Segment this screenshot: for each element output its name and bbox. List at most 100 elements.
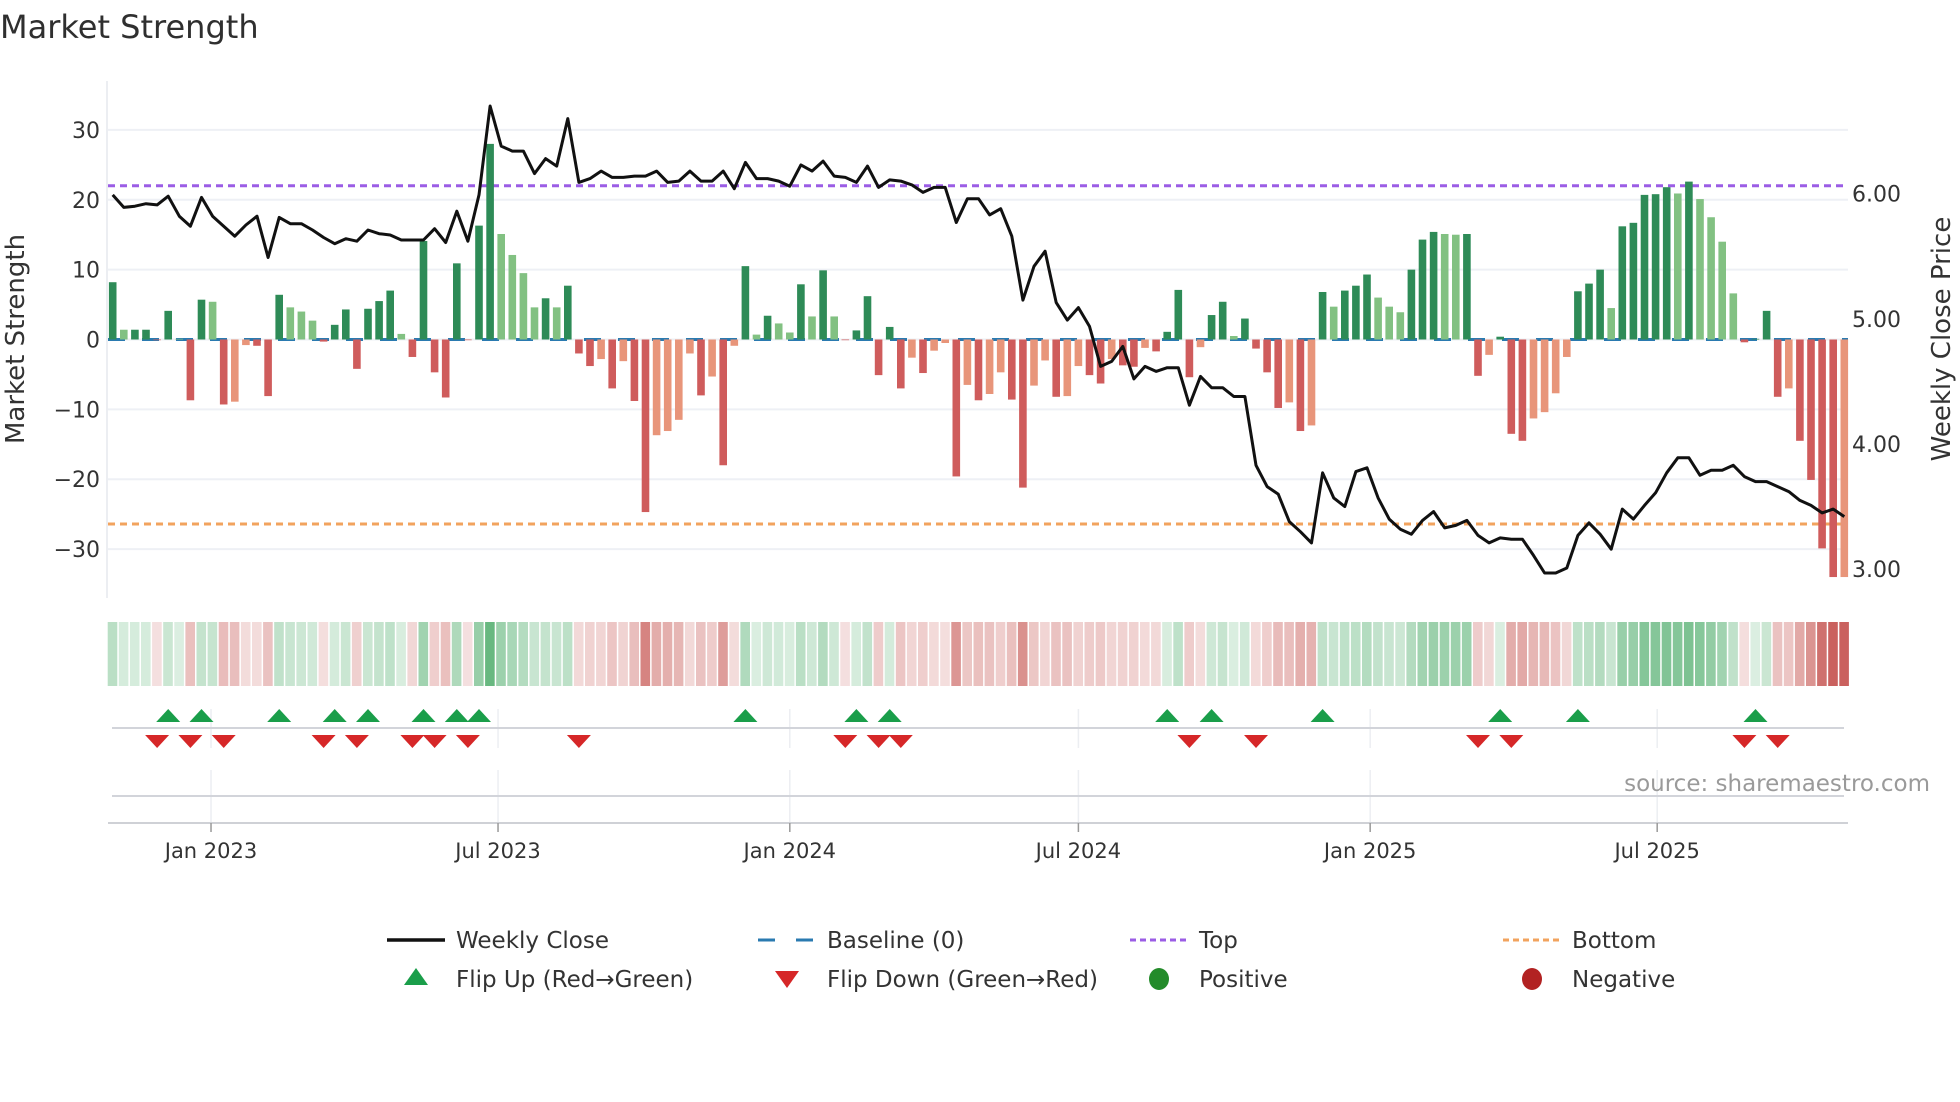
heatmap-cell [1273,622,1283,686]
heatmap-cell [1040,622,1050,686]
strength-bar [1563,339,1571,357]
heatmap-cell [174,622,184,686]
strength-bar [1418,239,1427,340]
strength-bar [852,330,861,340]
flip-down-marker [1732,735,1757,748]
legend-label: Bottom [1572,928,1656,954]
strength-bar [486,143,494,340]
heatmap-cell [1473,622,1483,686]
legend-label: Baseline (0) [827,928,964,954]
strength-bar [830,316,838,340]
heatmap-cell [1173,622,1183,686]
heatmap-cell [529,622,540,686]
heatmap-cell [1484,622,1494,686]
circle-icon [1149,968,1169,990]
heatmap-cell [1206,622,1217,686]
heatmap-cell [740,622,750,686]
strength-bar [819,270,827,340]
flip-down-marker [178,735,203,748]
triangle-up-icon [404,968,428,985]
strength-bar [1052,339,1060,397]
chart-title: Market Strength [0,8,259,46]
strength-bar [197,299,206,340]
strength-bar [1762,310,1771,340]
strength-bar [1407,269,1416,340]
strength-bar [1008,339,1016,400]
strength-bar [1218,301,1227,340]
heatmap-cell [1117,622,1128,686]
strength-bar [841,339,850,341]
heatmap-cell [1284,622,1294,686]
legend-item: Top [1130,928,1238,954]
strength-bar [164,310,172,340]
strength-bar [1374,297,1382,340]
strength-bar [530,307,539,340]
heatmap-cell [551,622,562,686]
heatmap-cell [462,622,473,686]
strength-bar [752,334,761,340]
strength-bar [1729,293,1738,340]
heatmap-cell [252,622,262,686]
y-axis-title: Market Strength [1,234,31,444]
flip-down-marker [455,735,480,748]
heatmap-cell [474,622,484,686]
strength-bar [797,284,805,340]
strength-bar [941,339,949,343]
strength-bar [641,339,650,513]
strength-bar [974,339,983,401]
flip-down-marker [400,735,425,748]
flip-up-marker [1743,709,1768,722]
heatmap-cell [1017,622,1028,686]
strength-bar [153,339,161,341]
heatmap-cell [1539,622,1550,686]
strength-bar [1141,339,1149,348]
flip-down-marker [833,735,858,748]
heatmap-cell [1683,622,1694,686]
heatmap-cell [1606,622,1616,686]
heatmap-cell [751,622,762,686]
heatmap-cell [1695,622,1705,686]
strength-bar [1674,193,1682,340]
strength-bar [741,266,750,340]
heatmap-cell [429,622,440,686]
heatmap-cell [562,622,573,686]
heatmap-cell [640,622,651,686]
heatmap-cell [651,622,662,686]
strength-bar [1252,339,1260,349]
strength-bar [330,324,339,340]
strength-bar [1463,234,1471,340]
y2-tick-label: 4.00 [1852,433,1901,458]
strength-bar [1163,331,1171,340]
circle-icon [1522,968,1542,990]
heatmap-cell [851,622,861,686]
strength-bar [708,339,716,377]
heatmap-cell [196,622,207,686]
heatmap-cell [152,622,162,686]
heatmap-cell [1362,622,1372,686]
heatmap-cell [995,622,1006,686]
heatmap-cell [1373,622,1383,686]
heatmap-cell [1750,622,1761,686]
flip-up-marker [844,709,869,722]
flip-markers-panel [112,709,1844,822]
strength-bar [375,301,383,340]
heatmap-cell [696,622,706,686]
heatmap-cell [418,622,429,686]
heatmap-cell [1650,622,1661,686]
heatmap-cell [440,622,451,686]
flip-down-marker [566,735,591,748]
heatmap-cell [1295,622,1305,686]
heatmap-cell [1062,622,1072,686]
strength-bar [675,339,683,420]
strength-bar [730,339,739,346]
strength-bar [1329,306,1338,340]
heatmap-cell [1717,622,1727,686]
flip-up-marker [189,709,214,722]
heatmap-cell [1783,622,1794,686]
heatmap-cell [884,622,895,686]
heatmap-cell [185,622,195,686]
flip-down-marker [422,735,447,748]
strength-bar [1518,339,1527,441]
flip-down-marker [1244,735,1268,748]
heatmap-cell [240,622,251,686]
